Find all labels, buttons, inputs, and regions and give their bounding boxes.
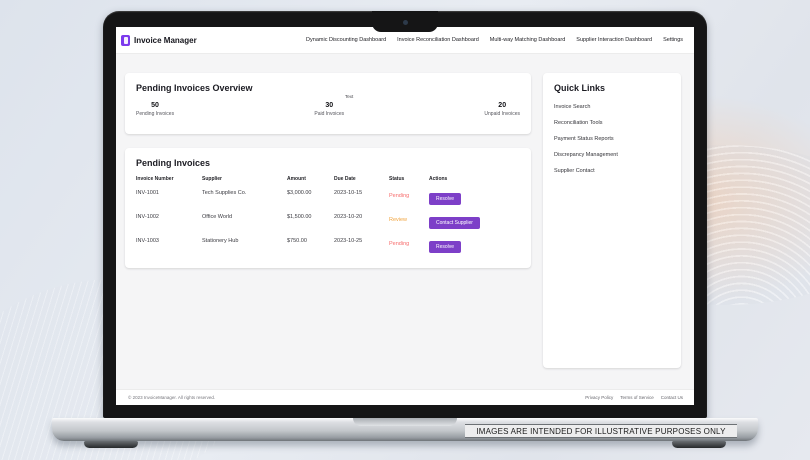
laptop-base-notch [353, 418, 457, 426]
amount: $750.00 [287, 234, 334, 258]
pending-invoices-overview-card: Pending Invoices Overview Text 50 Pendin… [125, 73, 531, 134]
laptop-foot-left [84, 441, 138, 448]
invoice-number: INV-1001 [136, 186, 202, 210]
amount: $3,000.00 [287, 186, 334, 210]
contact-supplier-button[interactable]: Contact Supplier [429, 217, 480, 229]
illustrative-purposes-banner: IMAGES ARE INTENDED FOR ILLUSTRATIVE PUR… [465, 424, 737, 438]
invoices-title: Pending Invoices [136, 158, 520, 168]
stat-label: Pending Invoices [136, 111, 174, 117]
brand: Invoice Manager [121, 35, 197, 46]
app-footer: © 2023 InvoiceManager. All rights reserv… [116, 389, 694, 405]
col-amount: Amount [287, 174, 334, 186]
invoice-number: INV-1002 [136, 210, 202, 234]
footer-link-contact-us[interactable]: Contact Us [661, 395, 683, 400]
app-window: Invoice Manager Dynamic Discounting Dash… [116, 27, 694, 405]
resolve-button[interactable]: Resolve [429, 241, 461, 253]
status-badge: Pending [389, 241, 409, 247]
laptop-base: IMAGES ARE INTENDED FOR ILLUSTRATIVE PUR… [52, 418, 758, 441]
left-column: Pending Invoices Overview Text 50 Pendin… [125, 73, 531, 268]
brand-name: Invoice Manager [134, 36, 197, 45]
due-date: 2023-10-25 [334, 234, 389, 258]
quick-links-list: Invoice Search Reconciliation Tools Paym… [554, 104, 670, 174]
invoice-logo-icon [121, 35, 130, 46]
col-actions: Actions [429, 174, 520, 186]
stat-value: 50 [136, 102, 174, 109]
webcam-icon [403, 20, 408, 25]
supplier: Stationery Hub [202, 234, 287, 258]
quick-link-supplier-contact[interactable]: Supplier Contact [554, 168, 670, 174]
stray-text-label: Text [345, 94, 353, 99]
footer-link-privacy-policy[interactable]: Privacy Policy [585, 395, 613, 400]
supplier: Office World [202, 210, 287, 234]
stat-label: Unpaid Invoices [484, 111, 520, 117]
resolve-button[interactable]: Resolve [429, 193, 461, 205]
table-row: INV-1002 Office World $1,500.00 2023-10-… [136, 210, 520, 234]
col-invoice-number: Invoice Number [136, 174, 202, 186]
status-badge: Pending [389, 193, 409, 199]
quick-link-reconciliation-tools[interactable]: Reconciliation Tools [554, 120, 670, 126]
col-supplier: Supplier [202, 174, 287, 186]
nav-dynamic-discounting[interactable]: Dynamic Discounting Dashboard [306, 37, 386, 43]
nav-settings[interactable]: Settings [663, 37, 683, 43]
col-status: Status [389, 174, 429, 186]
pending-invoices-card: Pending Invoices Invoice Number Supplier… [125, 148, 531, 268]
nav-multiway-matching[interactable]: Multi-way Matching Dashboard [490, 37, 566, 43]
quick-links-title: Quick Links [554, 83, 670, 93]
table-header-row: Invoice Number Supplier Amount Due Date … [136, 174, 520, 186]
main-nav: Dynamic Discounting Dashboard Invoice Re… [306, 37, 683, 43]
table-row: INV-1001 Tech Supplies Co. $3,000.00 202… [136, 186, 520, 210]
quick-link-invoice-search[interactable]: Invoice Search [554, 104, 670, 110]
quick-link-payment-status-reports[interactable]: Payment Status Reports [554, 136, 670, 142]
quick-link-discrepancy-management[interactable]: Discrepancy Management [554, 152, 670, 158]
quick-links-card: Quick Links Invoice Search Reconciliatio… [543, 73, 681, 368]
overview-title: Pending Invoices Overview [136, 83, 520, 93]
invoice-number: INV-1003 [136, 234, 202, 258]
overview-stats: Text 50 Pending Invoices 30 Paid Invoice… [136, 102, 520, 117]
main-content: Pending Invoices Overview Text 50 Pendin… [116, 54, 694, 389]
due-date: 2023-10-15 [334, 186, 389, 210]
col-due-date: Due Date [334, 174, 389, 186]
footer-link-terms-of-service[interactable]: Terms of Service [620, 395, 654, 400]
copyright-text: © 2023 InvoiceManager. All rights reserv… [128, 395, 215, 400]
amount: $1,500.00 [287, 210, 334, 234]
nav-invoice-reconciliation[interactable]: Invoice Reconciliation Dashboard [397, 37, 479, 43]
stat-value: 30 [314, 102, 344, 109]
footer-links: Privacy Policy Terms of Service Contact … [585, 395, 683, 400]
stat-value: 20 [484, 102, 520, 109]
stat-paid-invoices: 30 Paid Invoices [314, 102, 344, 117]
laptop-screen-bezel: Invoice Manager Dynamic Discounting Dash… [103, 11, 707, 418]
nav-supplier-interaction[interactable]: Supplier Interaction Dashboard [576, 37, 652, 43]
status-badge: Review [389, 217, 407, 223]
laptop-foot-right [672, 441, 726, 448]
due-date: 2023-10-20 [334, 210, 389, 234]
invoices-table: Invoice Number Supplier Amount Due Date … [136, 174, 520, 258]
stat-unpaid-invoices: 20 Unpaid Invoices [484, 102, 520, 117]
supplier: Tech Supplies Co. [202, 186, 287, 210]
stat-label: Paid Invoices [314, 111, 344, 117]
table-row: INV-1003 Stationery Hub $750.00 2023-10-… [136, 234, 520, 258]
stat-pending-invoices: 50 Pending Invoices [136, 102, 174, 117]
laptop-notch [372, 11, 438, 32]
